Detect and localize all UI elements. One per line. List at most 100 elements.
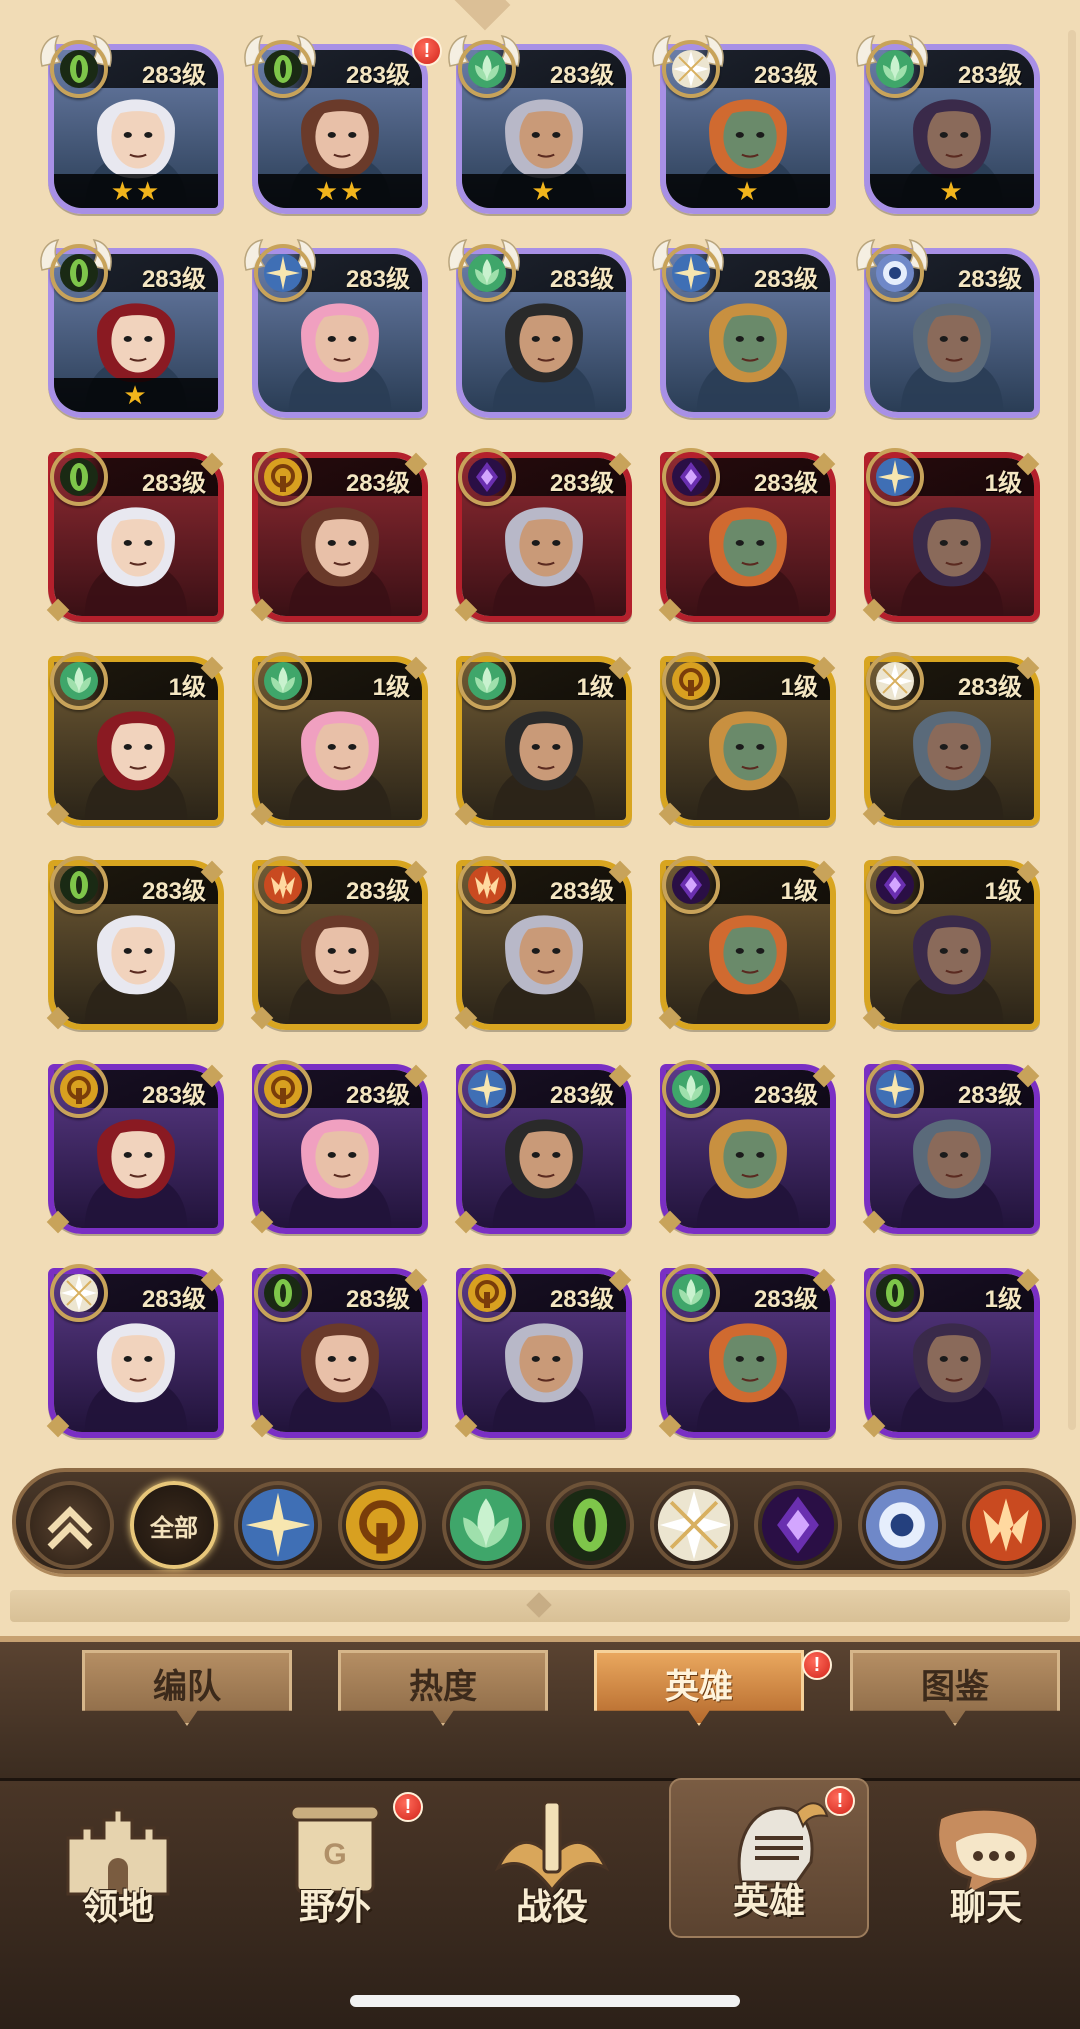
hero-card[interactable]: 1级 (862, 448, 1044, 624)
faction-mauler-icon (458, 1264, 516, 1322)
hero-card[interactable]: 283级 (862, 1060, 1044, 1236)
nav-knight-helmet-button[interactable]: 英雄! (669, 1778, 869, 1938)
faction-lightbearer-icon (866, 1060, 924, 1118)
faction-filter-bar: 全部 (12, 1468, 1076, 1574)
hero-card[interactable]: 283级 (658, 1264, 840, 1440)
hero-card[interactable]: 283级 (448, 239, 636, 420)
filter-graveborn-button[interactable] (546, 1481, 634, 1569)
svg-text:G: G (323, 1838, 346, 1871)
hero-card[interactable]: 283级 (46, 448, 228, 624)
faction-hypogean-icon (761, 1488, 835, 1562)
hero-card[interactable]: 283级 (454, 448, 636, 624)
faction-wilder-icon (458, 652, 516, 710)
hero-card[interactable]: 283级 (862, 652, 1044, 828)
home-indicator (350, 1995, 740, 2007)
nav-chat-bubble-button[interactable]: 聊天 (886, 1786, 1080, 1946)
hero-card[interactable]: 283级 (454, 1060, 636, 1236)
alert-badge: ! (825, 1786, 855, 1816)
faction-graveborn-icon (254, 1264, 312, 1322)
faction-hypogean-icon (662, 856, 720, 914)
hero-card[interactable]: 283级 (250, 448, 432, 624)
double-chevron-up-icon (47, 1506, 93, 1550)
faction-graveborn-icon (866, 1264, 924, 1322)
hero-card[interactable]: 283级 ★★ (40, 35, 228, 216)
faction-draconis-icon (254, 856, 312, 914)
nav-castle-button[interactable]: 领地 (18, 1786, 218, 1946)
nav-sword-emblem-button[interactable]: 战役 (452, 1786, 652, 1946)
hero-card[interactable]: 1级 (454, 652, 636, 828)
hero-card[interactable]: 283级 (250, 1264, 432, 1440)
nav-scroll-map-button[interactable]: G 野外! (235, 1786, 435, 1946)
hero-card[interactable]: 283级 (250, 1060, 432, 1236)
alert-badge: ! (802, 1650, 832, 1680)
hero-card[interactable]: 283级 (856, 239, 1044, 420)
hero-card[interactable]: 283级 (250, 856, 432, 1032)
faction-graveborn-icon (553, 1488, 627, 1562)
hero-card[interactable]: 283级 (46, 1060, 228, 1236)
faction-wilder-icon (50, 652, 108, 710)
filter-draconis-button[interactable] (962, 1481, 1050, 1569)
filter-dimensional-button[interactable] (858, 1481, 946, 1569)
hero-card[interactable]: 1级 (862, 1264, 1044, 1440)
faction-celestial-icon (50, 1264, 108, 1322)
faction-mauler-icon (50, 1060, 108, 1118)
filter-mauler-button[interactable] (338, 1481, 426, 1569)
nav-label: 战役 (515, 1886, 588, 1927)
scroll-top-notch (449, 0, 511, 31)
hero-card[interactable]: 283级 (652, 239, 840, 420)
nav-label: 野外 (298, 1886, 371, 1927)
faction-wilder-icon (458, 40, 516, 98)
faction-graveborn-icon (50, 448, 108, 506)
filter-celestial-button[interactable] (650, 1481, 738, 1569)
hero-card[interactable]: 283级 ★ (40, 239, 228, 420)
faction-draconis-icon (458, 856, 516, 914)
hero-card[interactable]: 1级 (46, 652, 228, 828)
hero-card[interactable]: 1级 (862, 856, 1044, 1032)
faction-graveborn-icon (254, 40, 312, 98)
faction-lightbearer-icon (866, 448, 924, 506)
faction-lightbearer-icon (662, 244, 720, 302)
faction-lightbearer-icon (241, 1488, 315, 1562)
faction-lightbearer-icon (458, 1060, 516, 1118)
faction-wilder-icon (449, 1488, 523, 1562)
faction-mauler-icon (662, 652, 720, 710)
faction-dimensional-icon (865, 1488, 939, 1562)
hero-card[interactable]: 283级 ★ (856, 35, 1044, 216)
hero-card[interactable]: 283级 (658, 448, 840, 624)
faction-mauler-icon (345, 1488, 419, 1562)
hero-stars: ★ (462, 174, 626, 208)
scrollbar[interactable] (1068, 30, 1076, 1430)
hero-card[interactable]: 283级 ★ (652, 35, 840, 216)
hero-card[interactable]: 283级 (454, 1264, 636, 1440)
faction-celestial-icon (866, 652, 924, 710)
faction-dimensional-icon (866, 244, 924, 302)
hero-card[interactable]: 1级 (658, 652, 840, 828)
faction-graveborn-icon (50, 856, 108, 914)
hero-card[interactable]: 283级 (454, 856, 636, 1032)
faction-celestial-icon (662, 40, 720, 98)
sort-rank-up-button[interactable] (26, 1481, 114, 1569)
faction-mauler-icon (254, 448, 312, 506)
filter-hypogean-button[interactable] (754, 1481, 842, 1569)
hero-card[interactable]: 1级 (658, 856, 840, 1032)
hero-card[interactable]: 283级 ★ (448, 35, 636, 216)
hero-card[interactable]: 283级 (46, 856, 228, 1032)
faction-wilder-icon (866, 40, 924, 98)
hero-card[interactable]: 283级 (244, 239, 432, 420)
nav-label: 领地 (81, 1886, 154, 1927)
filter-all-button[interactable]: 全部 (130, 1481, 218, 1569)
hero-card[interactable]: 283级 (658, 1060, 840, 1236)
alert-badge: ! (393, 1792, 423, 1822)
faction-hypogean-icon (866, 856, 924, 914)
filter-lightbearer-button[interactable] (234, 1481, 322, 1569)
faction-wilder-icon (662, 1060, 720, 1118)
faction-wilder-icon (254, 652, 312, 710)
filter-wilder-button[interactable] (442, 1481, 530, 1569)
hero-card[interactable]: 1级 (250, 652, 432, 828)
faction-wilder-icon (662, 1264, 720, 1322)
hero-card[interactable]: 283级 ★★! (244, 35, 442, 216)
hero-stars: ★ (54, 378, 218, 412)
hero-grid: 283级 ★★ 283级 ★★! 283级 ★ 283级 ★ 283级 ★ 28… (40, 35, 1044, 1440)
hero-card[interactable]: 283级 (46, 1264, 228, 1440)
faction-hypogean-icon (662, 448, 720, 506)
